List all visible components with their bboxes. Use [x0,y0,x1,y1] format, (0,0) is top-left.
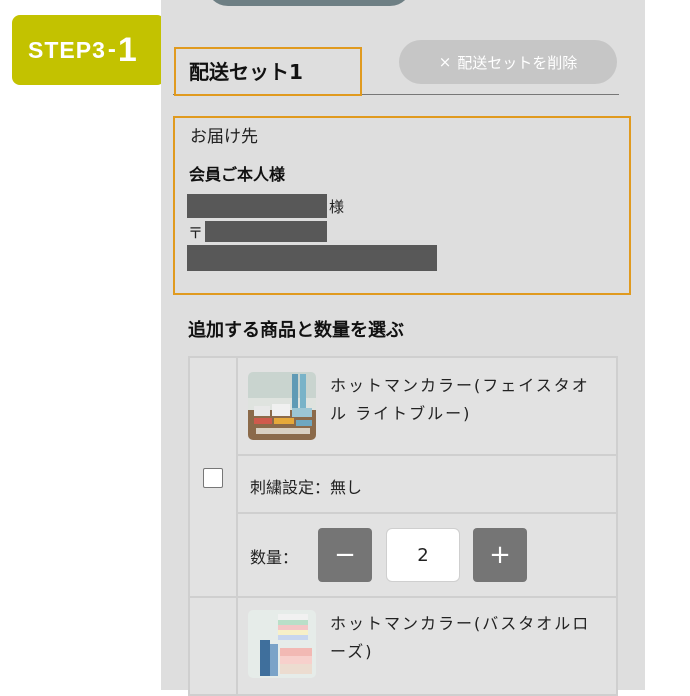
column-divider [236,358,238,694]
towel-image-icon [248,372,316,440]
delivery-panel: 配送セット1 × 配送セットを削除 お届け先 会員ご本人様 様 〒 追加する商品… [161,0,645,696]
quantity-decrease-button[interactable]: − [318,528,372,582]
close-icon: × [438,53,452,71]
title-highlight-frame [174,47,362,96]
towel-image-icon [248,610,316,678]
product-thumbnail [248,610,316,678]
step-badge: STEP3 - 1 [12,15,165,85]
step-number: 1 [117,30,137,69]
product-thumbnail [248,372,316,440]
items-heading: 追加する商品と数量を選ぶ [188,320,404,341]
step-separator: - [107,36,116,63]
item-table: ホットマンカラー(フェイスタオル ライトブルー) 刺繍設定：無し 数量： − 2… [188,356,618,696]
product-name: ホットマンカラー(フェイスタオル ライトブルー) [330,376,590,423]
step-label: STEP3 [28,36,106,63]
item-checkbox[interactable] [203,468,223,488]
quantity-increase-button[interactable]: + [473,528,527,582]
row-divider [236,512,618,514]
address-highlight-frame [173,116,631,295]
embroidery-setting: 刺繍設定：無し [250,478,363,497]
quantity-input[interactable]: 2 [386,528,460,582]
row-divider [236,454,618,456]
top-action-button[interactable] [206,0,412,6]
quantity-label: 数量： [250,548,299,567]
item-divider [190,596,616,598]
delete-delivery-set-button[interactable]: × 配送セットを削除 [399,40,617,84]
delete-label: 配送セットを削除 [457,53,578,72]
product-name: ホットマンカラー(バスタオルローズ) [330,614,591,661]
